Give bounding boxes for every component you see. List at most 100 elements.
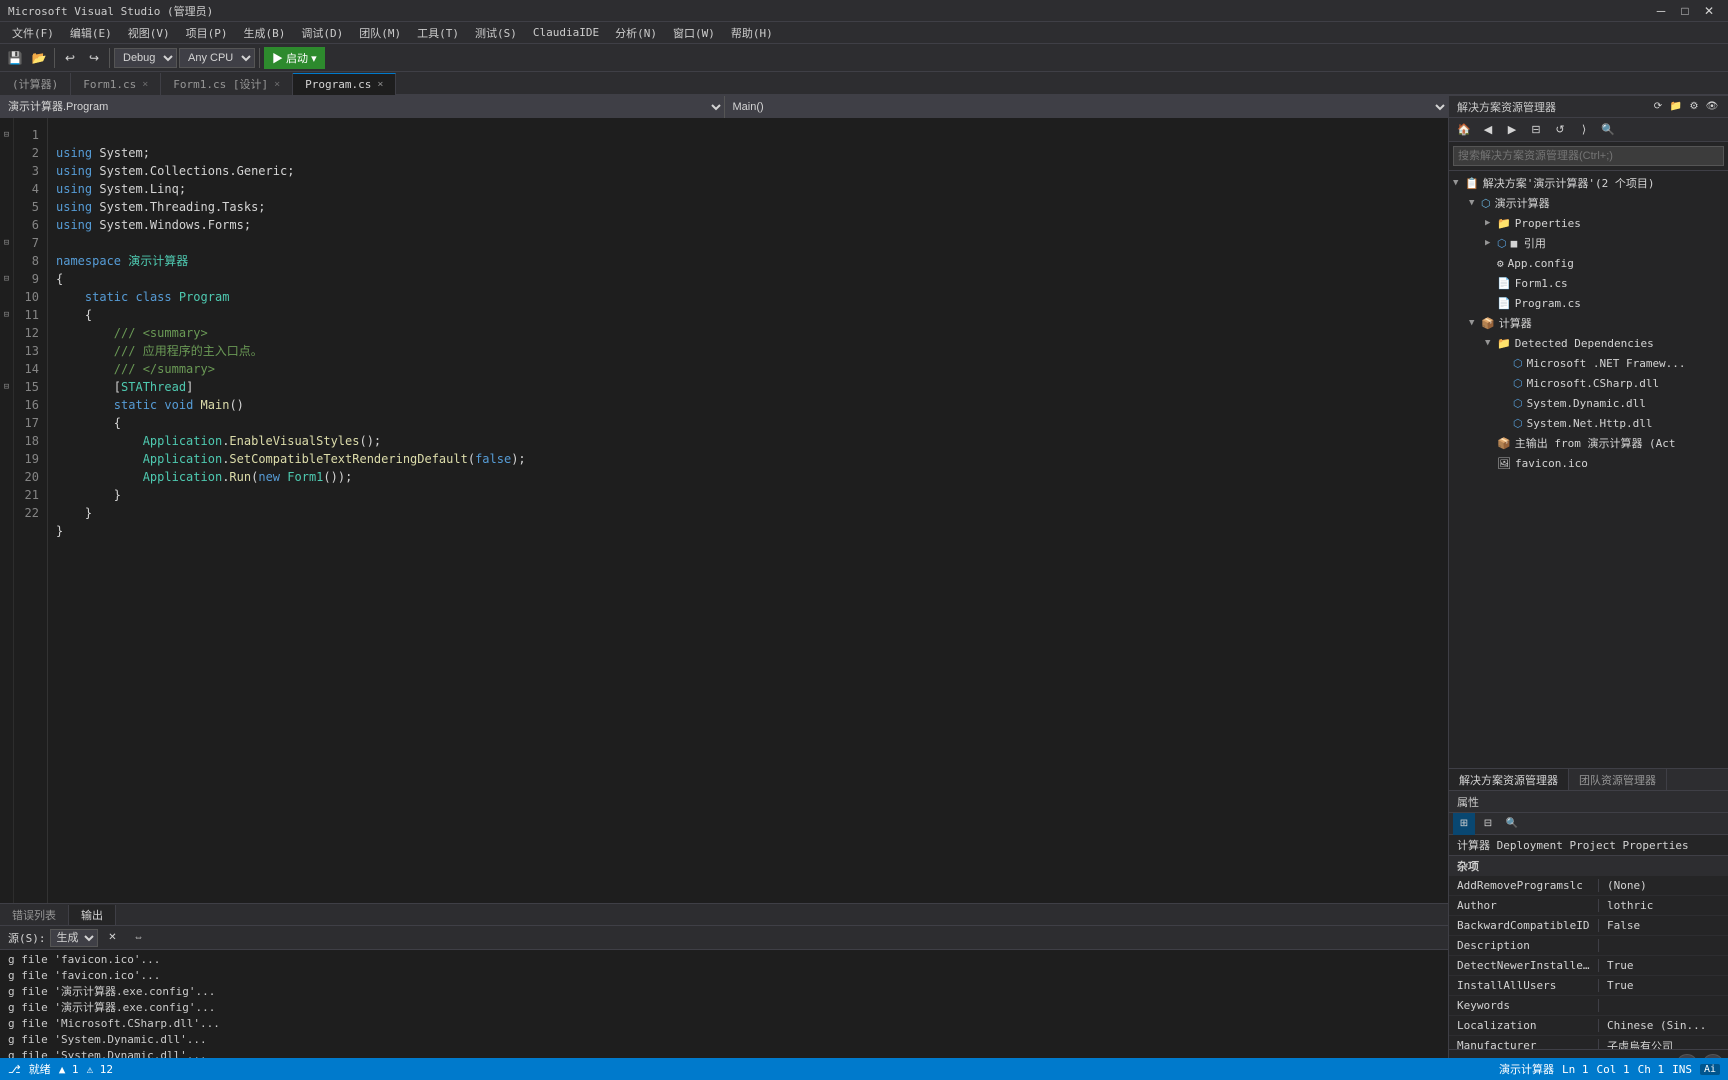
tab-form1-design[interactable]: Form1.cs [设计] ×: [161, 73, 293, 95]
explorer-tab-team-label: 团队资源管理器: [1579, 772, 1656, 788]
tree-properties[interactable]: ▶ 📁 Properties: [1449, 213, 1728, 233]
se-home-btn[interactable]: 🏠: [1453, 119, 1475, 141]
se-filter-btn[interactable]: ⊟: [1525, 119, 1547, 141]
props-sort-btn[interactable]: ⊟: [1477, 813, 1499, 835]
start-button[interactable]: ▶ 启动 ▾: [264, 47, 325, 69]
menu-tools[interactable]: 工具(T): [409, 23, 467, 43]
nethttp-arrow: ▶: [1501, 418, 1513, 428]
solution-new-folder-btn[interactable]: 📁: [1668, 99, 1684, 115]
tab-program[interactable]: Program.cs ×: [293, 73, 396, 95]
bottom-tab-output[interactable]: 输出: [69, 905, 116, 925]
tab-form1[interactable]: Form1.cs ×: [71, 73, 161, 95]
prop-row-addremove[interactable]: AddRemoveProgramslc (None): [1449, 876, 1728, 896]
tree-app-config[interactable]: ▶ ⚙ App.config: [1449, 253, 1728, 273]
close-button[interactable]: ✕: [1698, 0, 1720, 22]
tree-calculator[interactable]: ▼ 📦 计算器: [1449, 313, 1728, 333]
solution-search-input[interactable]: [1453, 146, 1724, 166]
solution-preview-btn[interactable]: 👁: [1704, 99, 1720, 115]
status-warnings[interactable]: ⚠ 12: [87, 1063, 114, 1076]
output-clear[interactable]: ✕: [102, 927, 124, 949]
tree-favicon[interactable]: ▶ 🖼 favicon.ico: [1449, 453, 1728, 473]
bottom-tab-errors[interactable]: 错误列表: [0, 905, 69, 925]
menu-help[interactable]: 帮助(H): [723, 23, 781, 43]
tab-form1-close[interactable]: ×: [142, 79, 148, 90]
menu-build[interactable]: 生成(B): [236, 23, 294, 43]
tree-program[interactable]: ▶ 📄 Program.cs: [1449, 293, 1728, 313]
prop-row-detect[interactable]: DetectNewerInstalledVe True: [1449, 956, 1728, 976]
status-ch: Ch 1: [1638, 1063, 1665, 1076]
prop-row-install[interactable]: InstallAllUsers True: [1449, 976, 1728, 996]
menu-file[interactable]: 文件(F): [4, 23, 62, 43]
solution-label: 解决方案'演示计算器'(2 个项目): [1483, 175, 1655, 191]
solution-sync-btn[interactable]: ⟳: [1650, 99, 1666, 115]
menu-test[interactable]: 测试(S): [467, 23, 525, 43]
code-editor[interactable]: ⊟ ⊟ ⊟ ⊟ ⊟ 1 2 3 4 5: [0, 118, 1448, 903]
toolbar: 💾 📂 ↩ ↪ Debug Any CPU ▶ 启动 ▾: [0, 44, 1728, 72]
editor-scrollbar[interactable]: [1434, 118, 1448, 903]
member-dropdown[interactable]: Main(): [725, 96, 1449, 118]
output-wrap[interactable]: ⇔: [128, 927, 150, 949]
menu-edit[interactable]: 编辑(E): [62, 23, 120, 43]
toolbar-redo[interactable]: ↪: [83, 47, 105, 69]
menu-debug[interactable]: 调试(D): [293, 23, 351, 43]
props-search-btn[interactable]: 🔍: [1501, 813, 1523, 835]
prop-row-keywords[interactable]: Keywords: [1449, 996, 1728, 1016]
type-dropdown[interactable]: 演示计算器.Program: [0, 96, 725, 118]
solution-tree[interactable]: ▼ 📋 解决方案'演示计算器'(2 个项目) ▼ ⬡ 演示计算器 ▶ 📁 Pro…: [1449, 171, 1728, 768]
status-branch-icon: ⎇: [8, 1063, 21, 1076]
explorer-tab-solution[interactable]: 解决方案资源管理器: [1449, 769, 1569, 790]
menu-analyze[interactable]: 分析(N): [607, 23, 665, 43]
menu-view[interactable]: 视图(V): [120, 23, 178, 43]
tab-form1-design-close[interactable]: ×: [274, 79, 280, 90]
solution-props-btn[interactable]: ⚙: [1686, 99, 1702, 115]
status-errors[interactable]: ▲ 1: [59, 1063, 79, 1076]
minimize-button[interactable]: ─: [1650, 0, 1672, 22]
toolbar-save[interactable]: 💾: [4, 47, 26, 69]
status-project: 演示计算器: [1499, 1061, 1554, 1077]
code-content[interactable]: using System; using System.Collections.G…: [48, 118, 1434, 903]
tree-dynamic[interactable]: ▶ ⬡ System.Dynamic.dll: [1449, 393, 1728, 413]
props-grid-btn[interactable]: ⊞: [1453, 813, 1475, 835]
title-controls: ─ □ ✕: [1650, 0, 1720, 22]
tab-left-panel[interactable]: (计算器): [0, 73, 71, 95]
se-refresh-btn[interactable]: ↺: [1549, 119, 1571, 141]
output-source-dropdown[interactable]: 生成: [50, 929, 98, 947]
prop-row-description[interactable]: Description: [1449, 936, 1728, 956]
maximize-button[interactable]: □: [1674, 0, 1696, 22]
tree-detected-deps[interactable]: ▼ 📁 Detected Dependencies: [1449, 333, 1728, 353]
menu-window[interactable]: 窗口(W): [665, 23, 723, 43]
tree-form1[interactable]: ▶ 📄 Form1.cs: [1449, 273, 1728, 293]
tree-dotnet[interactable]: ▶ ⬡ Microsoft .NET Framew...: [1449, 353, 1728, 373]
debug-config-dropdown[interactable]: Debug: [114, 48, 177, 68]
se-back-btn[interactable]: ◀: [1477, 119, 1499, 141]
menu-project[interactable]: 项目(P): [178, 23, 236, 43]
tab-program-close[interactable]: ×: [377, 79, 383, 90]
output-line-5: g file 'Microsoft.CSharp.dll'...: [8, 1016, 1440, 1032]
tree-references[interactable]: ▶ ⬡ ■ 引用: [1449, 233, 1728, 253]
calculator-label: 计算器: [1499, 315, 1532, 331]
prop-row-backward[interactable]: BackwardCompatibleID False: [1449, 916, 1728, 936]
main-layout: 演示计算器.Program Main() ⊟ ⊟ ⊟ ⊟: [0, 96, 1728, 1080]
se-forward-btn[interactable]: ▶: [1501, 119, 1523, 141]
tree-nethttp[interactable]: ▶ ⬡ System.Net.Http.dll: [1449, 413, 1728, 433]
prop-row-localization[interactable]: Localization Chinese (Sin...: [1449, 1016, 1728, 1036]
explorer-tab-team[interactable]: 团队资源管理器: [1569, 769, 1667, 790]
menu-claudia[interactable]: ClaudiaIDE: [525, 24, 607, 41]
prop-row-author[interactable]: Author lothric: [1449, 896, 1728, 916]
tree-output[interactable]: ▶ 📦 主输出 from 演示计算器 (Act: [1449, 433, 1728, 453]
editor-area: 演示计算器.Program Main() ⊟ ⊟ ⊟ ⊟: [0, 96, 1448, 1080]
toolbar-undo[interactable]: ↩: [59, 47, 81, 69]
platform-dropdown[interactable]: Any CPU: [179, 48, 255, 68]
prop-row-manufacturer[interactable]: Manufacturer 子虛烏有公司: [1449, 1036, 1728, 1049]
tree-solution[interactable]: ▼ 📋 解决方案'演示计算器'(2 个项目): [1449, 173, 1728, 193]
menu-team[interactable]: 团队(M): [351, 23, 409, 43]
output-content[interactable]: g file 'favicon.ico'... g file 'favicon.…: [0, 950, 1448, 1059]
tree-csharp[interactable]: ▶ ⬡ Microsoft.CSharp.dll: [1449, 373, 1728, 393]
properties-folder-icon: 📁: [1497, 217, 1511, 230]
se-collapse-btn[interactable]: ⟩: [1573, 119, 1595, 141]
toolbar-open[interactable]: 📂: [28, 47, 50, 69]
tab-bar: (计算器) Form1.cs × Form1.cs [设计] × Program…: [0, 72, 1728, 96]
tree-project[interactable]: ▼ ⬡ 演示计算器: [1449, 193, 1728, 213]
properties-grid[interactable]: 杂项 AddRemoveProgramslc (None) Author lot…: [1449, 856, 1728, 1049]
se-search-btn[interactable]: 🔍: [1597, 119, 1619, 141]
